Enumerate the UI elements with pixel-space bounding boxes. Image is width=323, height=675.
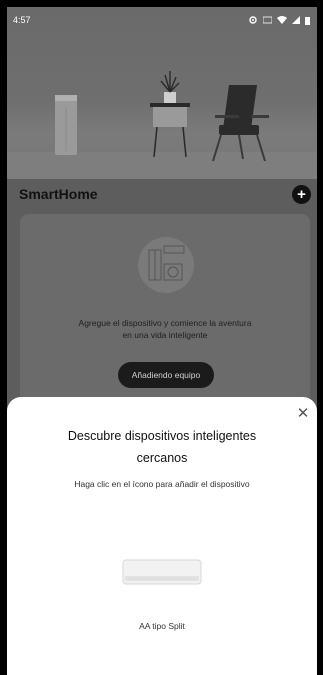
app-screen: 4:57 SmartHome + Agregue el dispositivo … [7, 7, 317, 675]
split-air-conditioner-icon [122, 559, 202, 585]
empty-state-card: Agregue el dispositivo y comience la ave… [20, 214, 310, 404]
wifi-icon [277, 16, 287, 24]
plus-icon: + [297, 185, 306, 203]
add-device-plus-button[interactable]: + [292, 184, 311, 204]
status-time: 4:57 [13, 15, 31, 25]
empty-state-message: Agregue el dispositivo y comience la ave… [20, 317, 310, 341]
location-icon [249, 16, 257, 24]
empty-state-line2: en una vida inteligente [122, 330, 208, 340]
battery-icon [305, 16, 310, 25]
empty-state-line1: Agregue el dispositivo y comience la ave… [78, 318, 252, 328]
home-title: SmartHome [19, 186, 98, 202]
sheet-title-line2: cercanos [136, 451, 188, 465]
discover-devices-sheet: ✕ Descubre dispositivos inteligentes cer… [7, 397, 317, 675]
status-icons [248, 16, 310, 25]
device-label: AA tipo Split [139, 621, 185, 631]
sheet-title-line1: Descubre dispositivos inteligentes [67, 429, 257, 443]
device-tile-split-ac[interactable]: AA tipo Split [112, 552, 212, 647]
status-bar: 4:57 [7, 7, 317, 33]
screenshot-frame: 4:57 SmartHome + Agregue el dispositivo … [0, 0, 323, 675]
home-header: SmartHome + [7, 179, 317, 209]
close-icon[interactable]: ✕ [296, 406, 310, 421]
volte-icon [263, 16, 272, 24]
devices-illustration-icon [138, 237, 194, 293]
add-device-button[interactable]: Añadiendo equipo [118, 362, 214, 388]
sheet-title: Descubre dispositivos inteligentes cerca… [47, 425, 277, 469]
signal-icon [292, 16, 300, 24]
sheet-subtitle: Haga clic en el ícono para añadir el dis… [74, 479, 250, 489]
